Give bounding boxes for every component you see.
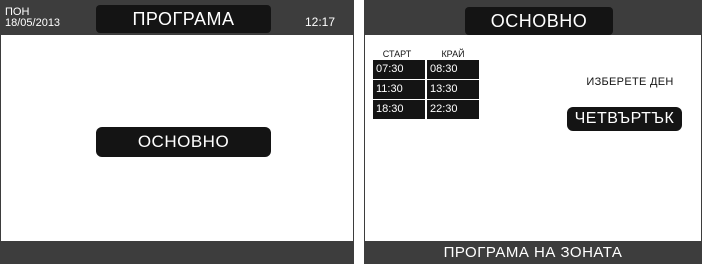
- table-row: 07:30 08:30: [373, 60, 481, 79]
- start-column-header: СТАРТ: [382, 49, 412, 59]
- table-row: 18:30 22:30: [373, 100, 481, 119]
- date-label: 18/05/2013: [5, 17, 61, 29]
- status-bar: ОСНОВНО: [365, 1, 701, 35]
- screen-title: ПРОГРАМА: [96, 5, 271, 33]
- footer-bar: ПРОГРАМА НА ЗОНАТА: [365, 241, 701, 263]
- start-time-cell[interactable]: 11:30: [373, 80, 425, 99]
- schedule-screen: ОСНОВНО СТАРТ КРАЙ 07:30 08:30 11:30 13:…: [364, 0, 702, 264]
- screen-title: ОСНОВНО: [465, 7, 613, 35]
- select-day-label: ИЗБЕРЕТЕ ДЕН: [586, 76, 674, 88]
- end-time-cell[interactable]: 08:30: [427, 60, 479, 79]
- schedule-table: 07:30 08:30 11:30 13:30 18:30 22:30: [373, 60, 481, 120]
- device-screens: ПОН 18/05/2013 ПРОГРАМА 12:17 ОСНОВНО ОС…: [0, 0, 702, 264]
- zone-program-label: ПРОГРАМА НА ЗОНАТА: [443, 244, 623, 261]
- footer-bar: [1, 241, 353, 263]
- end-time-cell[interactable]: 22:30: [427, 100, 479, 119]
- day-selector-button[interactable]: ЧЕТВЪРТЪК: [567, 107, 682, 131]
- end-time-cell[interactable]: 13:30: [427, 80, 479, 99]
- table-row: 11:30 13:30: [373, 80, 481, 99]
- start-time-cell[interactable]: 07:30: [373, 60, 425, 79]
- status-bar: ПОН 18/05/2013 ПРОГРАМА 12:17: [1, 1, 353, 35]
- program-menu-screen: ПОН 18/05/2013 ПРОГРАМА 12:17 ОСНОВНО: [0, 0, 354, 264]
- end-column-header: КРАЙ: [441, 49, 465, 59]
- clock-label: 12:17: [304, 15, 335, 29]
- program-basic-button[interactable]: ОСНОВНО: [96, 127, 271, 157]
- date-display: ПОН 18/05/2013: [5, 7, 60, 29]
- start-time-cell[interactable]: 18:30: [373, 100, 425, 119]
